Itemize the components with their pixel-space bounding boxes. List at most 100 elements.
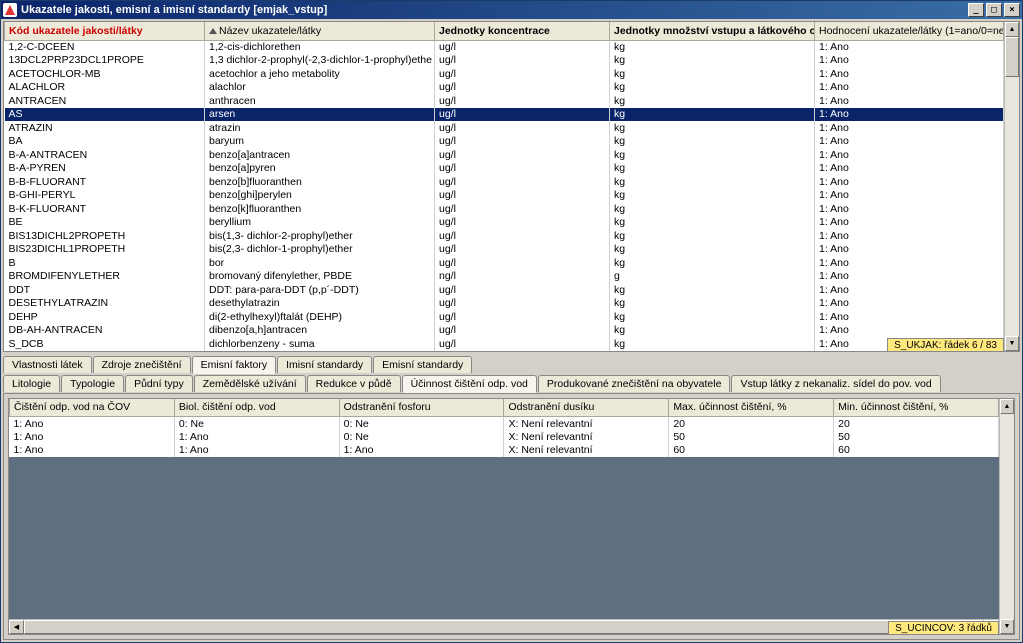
cell[interactable]: bis(1,3- dichlor-2-prophyl)ether	[205, 229, 435, 243]
cell[interactable]: 1: Ano	[815, 216, 1004, 230]
cell[interactable]: benzo[a]antracen	[205, 148, 435, 162]
cell[interactable]: BROMDIFENYLETHER	[5, 270, 205, 284]
table-row[interactable]: DESETHYLATRAZINdesethylatrazinug/lkg1: A…	[5, 297, 1004, 311]
cell[interactable]: 20	[834, 417, 999, 431]
table-row[interactable]: 13DCL2PRP23DCL1PROPE1,3 dichlor-2-prophy…	[5, 54, 1004, 68]
col-header-code[interactable]: Kód ukazatele jakosti/látky	[5, 22, 205, 40]
cell[interactable]: kg	[610, 40, 815, 54]
cell[interactable]: 1: Ano	[815, 310, 1004, 324]
sub-col-header[interactable]: Max. účinnost čištění, %	[669, 399, 834, 417]
cell[interactable]: B-K-FLUORANT	[5, 202, 205, 216]
cell[interactable]: ug/l	[435, 81, 610, 95]
cell[interactable]: B-GHI-PERYL	[5, 189, 205, 203]
cell[interactable]: kg	[610, 54, 815, 68]
cell[interactable]: kg	[610, 162, 815, 176]
tab-vlastnosti-l-tek[interactable]: Vlastnosti látek	[3, 356, 92, 373]
table-row[interactable]: ALACHLORalachlorug/lkg1: Ano	[5, 81, 1004, 95]
sub-vertical-scrollbar[interactable]: ▲ ▼	[999, 399, 1014, 635]
cell[interactable]: kg	[610, 216, 815, 230]
tab-vstup-l-tky-z-nekanaliz-s-del-do-pov-vod[interactable]: Vstup látky z nekanaliz. sídel do pov. v…	[731, 375, 940, 392]
cell[interactable]: alachlor	[205, 81, 435, 95]
cell[interactable]: 1: Ano	[174, 430, 339, 444]
cell[interactable]: kg	[610, 243, 815, 257]
cell[interactable]: 60	[669, 444, 834, 458]
cell[interactable]: 1,3 dichlor-2-prophyl(-2,3-dichlor-1-pro…	[205, 54, 435, 68]
sub-col-header[interactable]: Odstranění fosforu	[339, 399, 504, 417]
cell[interactable]: benzo[b]fluoranthen	[205, 175, 435, 189]
cell[interactable]: X: Není relevantní	[504, 417, 669, 431]
cell[interactable]: kg	[610, 108, 815, 122]
col-header-qty[interactable]: Jednotky množství vstupu a látkového odn	[610, 22, 815, 40]
cell[interactable]: ANTRACEN	[5, 94, 205, 108]
cell[interactable]: ACETOCHLOR-MB	[5, 67, 205, 81]
cell[interactable]: kg	[610, 67, 815, 81]
cell[interactable]: DEHP	[5, 310, 205, 324]
table-row[interactable]: DEHPdi(2-ethylhexyl)ftalát (DEHP)ug/lkg1…	[5, 310, 1004, 324]
sub-grid[interactable]: Čištění odp. vod na ČOVBiol. čištění odp…	[8, 398, 1015, 636]
cell[interactable]: X: Není relevantní	[504, 444, 669, 458]
cell[interactable]: ug/l	[435, 324, 610, 338]
cell[interactable]: BIS13DICHL2PROPETH	[5, 229, 205, 243]
cell[interactable]: 1: Ano	[815, 256, 1004, 270]
cell[interactable]: kg	[610, 229, 815, 243]
cell[interactable]: arsen	[205, 108, 435, 122]
cell[interactable]: kg	[610, 256, 815, 270]
cell[interactable]: kg	[610, 283, 815, 297]
cell[interactable]: 1: Ano	[815, 94, 1004, 108]
sub-col-header[interactable]: Min. účinnost čištění, %	[834, 399, 999, 417]
cell[interactable]: 1: Ano	[815, 67, 1004, 81]
cell[interactable]: DB-AH-ANTRACEN	[5, 324, 205, 338]
cell[interactable]: anthracen	[205, 94, 435, 108]
cell[interactable]: 13DCL2PRP23DCL1PROPE	[5, 54, 205, 68]
cell[interactable]: 1: Ano	[10, 430, 175, 444]
cell[interactable]: 1: Ano	[815, 108, 1004, 122]
cell[interactable]: 1: Ano	[815, 270, 1004, 284]
cell[interactable]: 1: Ano	[815, 202, 1004, 216]
cell[interactable]: ug/l	[435, 202, 610, 216]
cell[interactable]: kg	[610, 175, 815, 189]
cell[interactable]: 1: Ano	[815, 162, 1004, 176]
cell[interactable]: ug/l	[435, 40, 610, 54]
sub-col-header[interactable]: Biol. čištění odp. vod	[174, 399, 339, 417]
table-row[interactable]: 1,2-C-DCEEN1,2-cis-dichlorethenug/lkg1: …	[5, 40, 1004, 54]
table-row[interactable]: S_DCBdichlorbenzeny - sumaug/lkg1: Ano	[5, 337, 1004, 351]
table-row[interactable]: BEberylliumug/lkg1: Ano	[5, 216, 1004, 230]
cell[interactable]: BIS23DICHL1PROPETH	[5, 243, 205, 257]
cell[interactable]: kg	[610, 135, 815, 149]
cell[interactable]: ug/l	[435, 67, 610, 81]
cell[interactable]: 0: Ne	[339, 430, 504, 444]
table-row[interactable]: B-K-FLUORANTbenzo[k]fluoranthenug/lkg1: …	[5, 202, 1004, 216]
cell[interactable]: dibenzo[a,h]antracen	[205, 324, 435, 338]
cell[interactable]: 0: Ne	[174, 417, 339, 431]
cell[interactable]: 1: Ano	[815, 175, 1004, 189]
table-row[interactable]: Bborug/lkg1: Ano	[5, 256, 1004, 270]
cell[interactable]: baryum	[205, 135, 435, 149]
horizontal-scrollbar[interactable]: ◀ ▶	[9, 619, 999, 634]
cell[interactable]: X: Není relevantní	[504, 430, 669, 444]
table-row[interactable]: B-A-PYRENbenzo[a]pyrenug/lkg1: Ano	[5, 162, 1004, 176]
cell[interactable]: ug/l	[435, 148, 610, 162]
cell[interactable]: DDT	[5, 283, 205, 297]
sub-col-header[interactable]: Čištění odp. vod na ČOV	[10, 399, 175, 417]
maximize-button[interactable]: □	[986, 3, 1002, 17]
cell[interactable]: benzo[ghi]perylen	[205, 189, 435, 203]
cell[interactable]: 1: Ano	[815, 324, 1004, 338]
col-header-conc[interactable]: Jednotky koncentrace	[435, 22, 610, 40]
scroll-left-icon[interactable]: ◀	[9, 620, 24, 634]
cell[interactable]: 1: Ano	[815, 189, 1004, 203]
cell[interactable]: ug/l	[435, 310, 610, 324]
cell[interactable]: dichlorbenzeny - suma	[205, 337, 435, 351]
cell[interactable]: kg	[610, 297, 815, 311]
cell[interactable]: 1: Ano	[10, 444, 175, 458]
cell[interactable]: bor	[205, 256, 435, 270]
hscroll-thumb[interactable]	[24, 620, 984, 634]
cell[interactable]: ug/l	[435, 54, 610, 68]
cell[interactable]: 20	[669, 417, 834, 431]
cell[interactable]: AS	[5, 108, 205, 122]
cell[interactable]: 1: Ano	[815, 297, 1004, 311]
cell[interactable]: bis(2,3- dichlor-1-prophyl)ether	[205, 243, 435, 257]
cell[interactable]: 50	[669, 430, 834, 444]
cell[interactable]: BE	[5, 216, 205, 230]
table-row[interactable]: BIS23DICHL1PROPETHbis(2,3- dichlor-1-pro…	[5, 243, 1004, 257]
table-row[interactable]: B-B-FLUORANTbenzo[b]fluoranthenug/lkg1: …	[5, 175, 1004, 189]
